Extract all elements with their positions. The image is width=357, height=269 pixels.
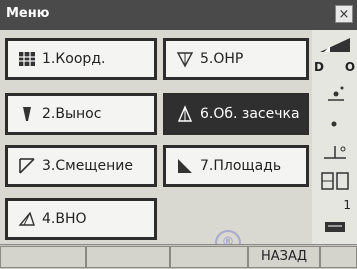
- area-icon: [178, 159, 192, 173]
- menu-item-area[interactable]: 7.Площадь: [163, 145, 309, 187]
- status-d-label: D: [313, 60, 324, 74]
- offset-icon: [19, 158, 35, 174]
- menu-item-onr[interactable]: 5.ОНР: [163, 38, 309, 80]
- dot-icon: [331, 121, 337, 127]
- menu-item-offset[interactable]: 3.Смещение: [5, 145, 157, 187]
- softkey-3[interactable]: [170, 246, 248, 268]
- back-button[interactable]: НАЗАД: [248, 246, 320, 268]
- menu-item-stakeout[interactable]: 2.Вынос: [5, 93, 157, 135]
- menu-item-label: 7.Площадь: [200, 158, 282, 174]
- tilt-icon: [328, 86, 344, 101]
- menu-item-label: 6.Об. засечка: [200, 106, 300, 122]
- menu-item-label: 4.ВНО: [42, 211, 87, 227]
- keyboard-icon: [325, 222, 345, 232]
- triangle-icon: [18, 211, 35, 226]
- menu-item-label: 2.Вынос: [42, 106, 102, 122]
- status-number: 1: [343, 198, 351, 212]
- status-do-row: D O: [312, 60, 357, 74]
- menu-item-resection[interactable]: 6.Об. засечка: [163, 93, 309, 135]
- signal-icon: [320, 38, 350, 52]
- softkey-bar: НАЗАД: [0, 244, 357, 269]
- target-icon: [176, 52, 194, 68]
- menu-item-label: 3.Смещение: [42, 158, 133, 174]
- window-title: Меню: [6, 6, 50, 21]
- title-bar: Меню ×: [0, 0, 357, 30]
- menu-panel: 1.Коорд. 2.Вынос 3.Смещение 4.ВНО 5.ОНР: [0, 30, 312, 256]
- grid-icon: [19, 52, 35, 66]
- memory-icon: [321, 172, 349, 190]
- softkey-2[interactable]: [86, 246, 170, 268]
- status-o-label: O: [344, 60, 356, 74]
- status-strip: D O 1: [312, 30, 357, 244]
- menu-item-vno[interactable]: 4.ВНО: [5, 198, 157, 240]
- softkey-5[interactable]: [320, 246, 357, 268]
- menu-item-label: 5.ОНР: [200, 51, 244, 67]
- menu-item-coord[interactable]: 1.Коорд.: [5, 38, 157, 80]
- menu-item-label: 1.Коорд.: [42, 51, 106, 67]
- softkey-1[interactable]: [0, 246, 86, 268]
- close-button[interactable]: ×: [335, 5, 353, 23]
- stakeout-icon: [23, 107, 31, 121]
- level-icon: [324, 146, 346, 159]
- resection-icon: [177, 105, 193, 122]
